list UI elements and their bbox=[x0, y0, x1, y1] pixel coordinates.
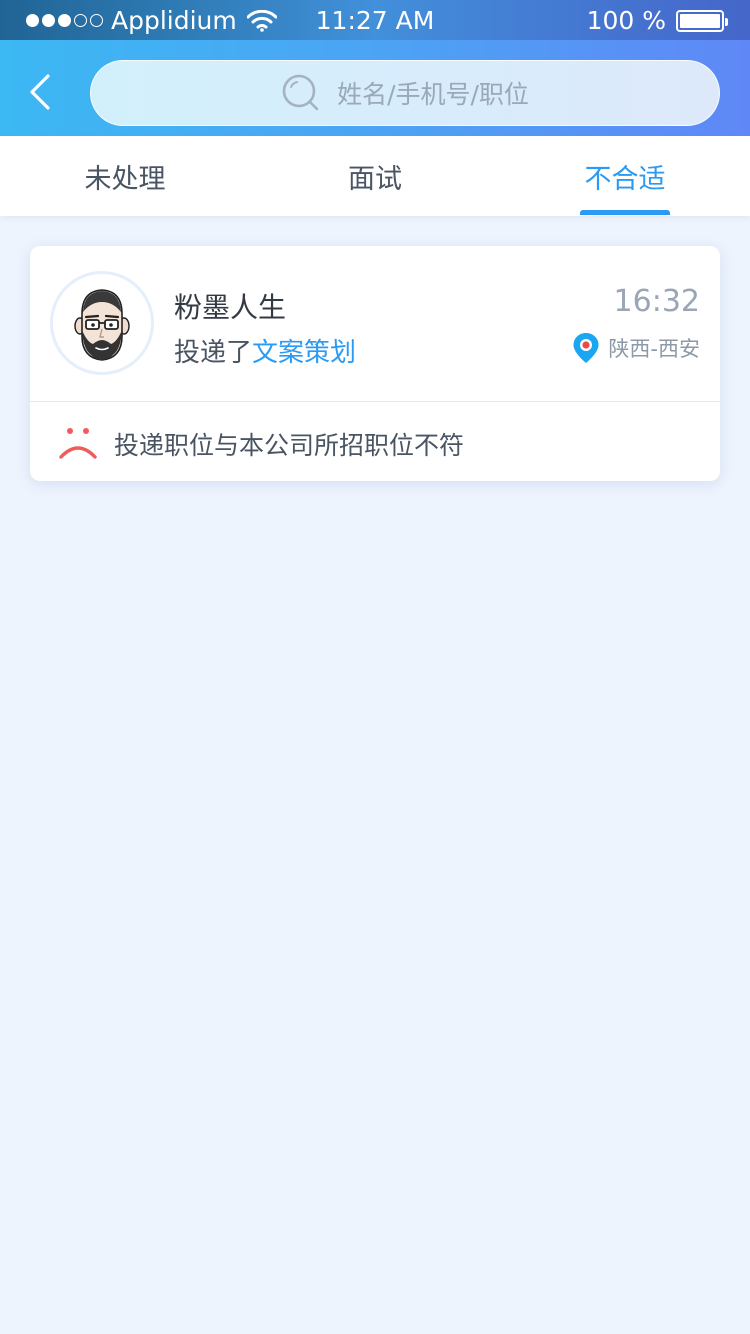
search-input[interactable]: 姓名/手机号/职位 bbox=[90, 60, 720, 126]
sad-face-icon bbox=[59, 428, 97, 459]
rejection-reason: 投递职位与本公司所招职位不符 bbox=[114, 431, 465, 460]
search-placeholder: 姓名/手机号/职位 bbox=[337, 80, 529, 109]
apply-time: 16:32 bbox=[613, 284, 700, 319]
location: 陕西-西安 bbox=[572, 332, 700, 364]
status-right: 100 % bbox=[586, 6, 728, 35]
tab-unsuitable[interactable]: 不合适 bbox=[500, 136, 750, 216]
candidate-name: 粉墨人生 bbox=[174, 291, 287, 324]
avatar-illustration bbox=[74, 289, 130, 361]
candidate-card[interactable]: 粉墨人生 投递了文案策划 16:32 陕西-西安 投递职位与本公司所招职位不符 bbox=[30, 246, 720, 481]
applied-prefix: 投递了 bbox=[174, 338, 253, 368]
location-text: 陕西-西安 bbox=[608, 337, 700, 361]
tab-interview[interactable]: 面试 bbox=[250, 136, 500, 216]
battery-icon bbox=[676, 9, 728, 32]
battery-percent: 100 % bbox=[586, 6, 666, 35]
search-icon bbox=[282, 74, 319, 111]
location-pin-icon bbox=[573, 333, 599, 363]
card-divider bbox=[30, 401, 720, 402]
status-bar: Applidium 11:27 AM 100 % bbox=[0, 0, 750, 40]
back-button[interactable] bbox=[22, 70, 62, 114]
avatar bbox=[50, 271, 154, 375]
job-title-link[interactable]: 文案策划 bbox=[252, 338, 356, 368]
tab-bar: 未处理 面试 不合适 bbox=[0, 136, 750, 216]
tab-unprocessed[interactable]: 未处理 bbox=[0, 136, 250, 216]
chevron-left-icon bbox=[30, 74, 50, 110]
applied-line: 投递了文案策划 bbox=[174, 332, 356, 369]
active-tab-indicator bbox=[580, 210, 670, 215]
